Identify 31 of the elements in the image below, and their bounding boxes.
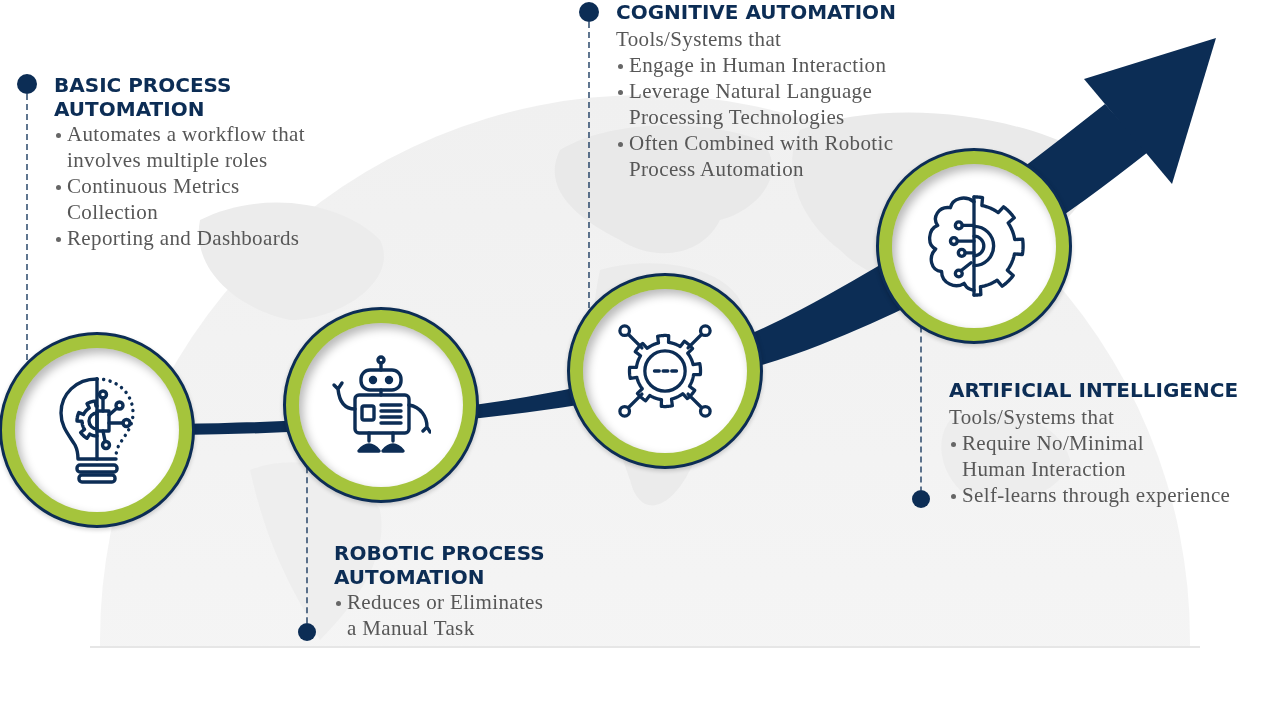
- bullet-icon: [56, 237, 61, 242]
- bullet-icon: [618, 142, 623, 147]
- bullet-text: Reporting and Dashboards: [67, 225, 300, 251]
- bullet-icon: [56, 133, 61, 138]
- intro-text: Tools/Systems that: [949, 404, 1116, 430]
- bullet-text: Reduces or Eliminates a Manual Task: [347, 589, 544, 641]
- bullet-text: Require No/Minimal Human Interaction: [962, 430, 1144, 482]
- bullet-text: Often Combined with Robotic Process Automation: [629, 130, 894, 182]
- bullet-text: Engage in Human Interaction: [629, 52, 887, 78]
- bullet-icon: [336, 601, 341, 606]
- bullet-text: Self-learns through experience: [962, 482, 1231, 508]
- gear-network-icon: [617, 323, 713, 419]
- stage-title: ROBOTIC PROCESS AUTOMATION: [334, 541, 546, 589]
- bullet-text: Continuous Metrics Collection: [67, 173, 240, 225]
- timeline-dot-icon: [17, 74, 37, 94]
- intro-text: Tools/Systems that: [616, 26, 783, 52]
- robot-icon: [331, 355, 431, 455]
- bullet-text: Automates a workflow that involves multiple roles: [67, 121, 305, 173]
- bullet-icon: [618, 90, 623, 95]
- stage-title: BASIC PROCESS AUTOMATION: [54, 73, 233, 121]
- stage-title: COGNITIVE AUTOMATION: [616, 0, 897, 24]
- timeline-dot-icon: [579, 2, 599, 22]
- bullet-icon: [951, 494, 956, 499]
- bullet-icon: [951, 442, 956, 447]
- timeline-dot-icon: [912, 490, 930, 508]
- bullet-icon: [618, 64, 623, 69]
- bullet-icon: [56, 185, 61, 190]
- timeline-dot-icon: [298, 623, 316, 641]
- bullet-text: Leverage Natural Language Processing Technologies: [629, 78, 873, 130]
- stage-title: ARTIFICIAL INTELLIGENCE: [949, 378, 1240, 402]
- lightbulb-gear-icon: [57, 375, 137, 485]
